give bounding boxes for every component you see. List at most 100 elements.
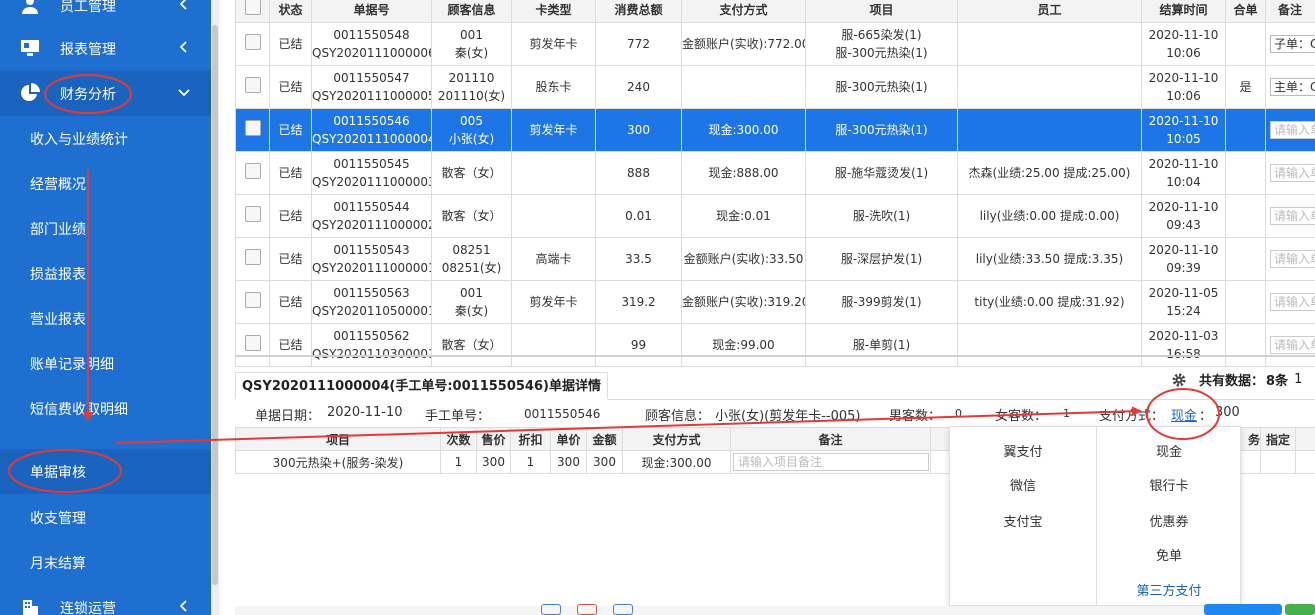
scrollbar-thumb[interactable] <box>212 25 218 585</box>
cell-line: QSY2020111000001 <box>312 261 432 275</box>
payment-option-alipay[interactable]: 支付宝 <box>950 511 1096 530</box>
sidebar-item-sms-fee[interactable]: 短信费收取明细 <box>0 386 211 431</box>
column-header[interactable]: 项目 <box>235 427 441 451</box>
sidebar-item-label: 账单记录明细 <box>30 356 114 373</box>
table-row[interactable]: 已结 0011550543 QSY2020111000001 08251 08251(女… <box>235 237 1315 281</box>
column-header[interactable]: 售价 <box>476 427 511 451</box>
menu-report-management[interactable]: 报表管理 <box>0 26 211 71</box>
row-checkbox[interactable] <box>244 76 261 93</box>
payment-option-third-party[interactable]: 第三方支付 <box>1096 580 1242 599</box>
column-header[interactable]: 状态 <box>269 0 312 23</box>
toolbar-button[interactable] <box>613 604 633 615</box>
row-checkbox-cell[interactable] <box>235 280 270 324</box>
payment-option-bank-card[interactable]: 银行卡 <box>1096 475 1242 494</box>
row-checkbox[interactable] <box>244 33 261 50</box>
column-header[interactable]: 员工 <box>957 0 1142 23</box>
sidebar-item-month-end[interactable]: 月末结算 <box>0 540 211 585</box>
table-row[interactable]: 已结 0011550562 QSY2020110300001 散客（女） 99 现金:99… <box>235 323 1315 367</box>
row-checkbox[interactable] <box>244 248 261 265</box>
table-row[interactable]: 已结 0011550547 QSY2020111000005 201110 201110… <box>235 65 1315 109</box>
row-checkbox[interactable] <box>244 119 261 136</box>
cell-line: 服-洗吹(1) <box>852 209 911 223</box>
sidebar-item-income-expense[interactable]: 收支管理 <box>0 495 211 540</box>
item-note-input[interactable]: 请输入项目备注 <box>733 453 929 471</box>
row-checkbox[interactable] <box>244 162 261 179</box>
payment-option-bestpay[interactable]: 翼支付 <box>950 441 1096 460</box>
row-checkbox-cell[interactable] <box>235 194 270 238</box>
menu-financial-analysis[interactable]: 财务分析 <box>0 71 211 116</box>
table-row[interactable]: 已结 0011550546 QSY2020111000004 005 小张(女) 剪发年卡… <box>235 108 1315 152</box>
row-checkbox-cell[interactable] <box>235 108 270 152</box>
column-header[interactable]: 单据号 <box>311 0 432 23</box>
cell-line: 0011550545 <box>333 157 410 171</box>
column-header[interactable]: 备注 <box>1265 0 1315 23</box>
cell-staff <box>957 108 1142 152</box>
payment-option-cash[interactable]: 现金 <box>1096 441 1242 460</box>
sidebar-item-bill-details[interactable]: 账单记录明细 <box>0 341 211 386</box>
toolbar-button[interactable] <box>541 604 561 615</box>
sidebar-item-document-audit[interactable]: 单据审核 <box>0 449 211 494</box>
menu-chain-operations[interactable]: 连锁运营 <box>0 585 211 615</box>
tab-document-detail[interactable]: QSY2020111000004(手工单号:0011550546)单据详情 <box>235 372 608 400</box>
note-input[interactable]: 子单：Q <box>1270 35 1315 53</box>
sidebar-item-business-overview[interactable]: 经营概况 <box>0 161 211 206</box>
payment-option-free[interactable]: 免单 <box>1096 545 1242 564</box>
table-row[interactable]: 已结 0011550563 QSY2020110500001 001 秦(女) 剪发年卡 3… <box>235 280 1315 324</box>
note-input[interactable]: 请输入单 <box>1270 121 1315 139</box>
column-header[interactable]: 项目 <box>805 0 958 23</box>
column-header[interactable]: 指定 <box>1260 427 1296 451</box>
sidebar-item-department-performance[interactable]: 部门业绩 <box>0 206 211 251</box>
sidebar-item-profit-loss[interactable]: 损益报表 <box>0 251 211 296</box>
cell-doc-no: 0011550545 QSY2020111000003 <box>311 151 432 195</box>
column-header[interactable]: 折扣 <box>510 427 551 451</box>
sidebar-item-income-stats[interactable]: 收入与业绩统计 <box>0 116 211 161</box>
cell-total: 319.2 <box>595 280 682 324</box>
column-header[interactable]: 结算时间 <box>1141 0 1226 23</box>
column-header[interactable]: 单价 <box>550 427 587 451</box>
column-header[interactable]: 支付方式 <box>622 427 731 451</box>
cell-total: 888 <box>595 151 682 195</box>
table-horizontal-scrollbar[interactable] <box>235 355 1315 357</box>
menu-staff-management[interactable]: 员工管理 <box>0 0 211 28</box>
table-row[interactable]: 已结 0011550544 QSY2020111000002 散客（女） 0.01 现金:… <box>235 194 1315 238</box>
note-input[interactable]: 主单：Q <box>1270 78 1315 96</box>
note-input[interactable]: 请输入单 <box>1270 293 1315 311</box>
column-header[interactable]: 卡类型 <box>511 0 596 23</box>
row-checkbox-cell[interactable] <box>235 65 270 109</box>
column-header[interactable]: 备注 <box>730 427 931 451</box>
sidebar-item-business-report[interactable]: 营业报表 <box>0 296 211 341</box>
column-header[interactable]: 消费总额 <box>595 0 682 23</box>
row-checkbox-cell[interactable] <box>235 323 270 367</box>
column-header[interactable]: 顾客信息 <box>431 0 512 23</box>
row-checkbox-cell[interactable] <box>235 151 270 195</box>
gear-icon[interactable] <box>1171 372 1187 388</box>
row-checkbox[interactable] <box>244 205 261 222</box>
table-row[interactable]: 已结 0011550548 QSY2020111000006 001 秦(女) 剪发年卡 7… <box>235 22 1315 66</box>
payment-method-link[interactable]: 现金 <box>1171 405 1197 424</box>
sidebar-item-label: 营业报表 <box>30 311 86 328</box>
row-checkbox[interactable] <box>244 291 261 308</box>
row-checkbox-cell[interactable] <box>235 237 270 281</box>
column-header[interactable]: 金额 <box>586 427 623 451</box>
customer-info: 小张(女)(剪发年卡--005) <box>715 409 861 424</box>
note-input[interactable]: 请输入单 <box>1270 164 1315 182</box>
cell-line: 散客（女） <box>441 209 502 223</box>
secondary-button[interactable] <box>1285 604 1315 615</box>
note-input[interactable]: 请输入单 <box>1270 336 1315 354</box>
primary-button[interactable] <box>1204 604 1282 615</box>
toolbar-button[interactable] <box>577 604 597 615</box>
table-row[interactable]: 已结 0011550545 QSY2020111000003 散客（女） 888 现金:8… <box>235 151 1315 195</box>
select-all-cell[interactable] <box>235 0 270 23</box>
note-input[interactable]: 请输入单 <box>1270 207 1315 225</box>
row-checkbox[interactable] <box>244 334 261 351</box>
sidebar-scrollbar[interactable] <box>211 0 219 615</box>
payment-option-coupon[interactable]: 优惠券 <box>1096 511 1242 530</box>
cell-total: 33.5 <box>595 237 682 281</box>
payment-option-wechat[interactable]: 微信 <box>950 475 1096 494</box>
note-input[interactable]: 请输入单 <box>1270 250 1315 268</box>
row-checkbox-cell[interactable] <box>235 22 270 66</box>
column-header[interactable]: 合单 <box>1225 0 1266 23</box>
select-all-checkbox[interactable] <box>244 0 261 15</box>
column-header[interactable]: 次数 <box>440 427 477 451</box>
column-header[interactable]: 支付方式 <box>681 0 806 23</box>
